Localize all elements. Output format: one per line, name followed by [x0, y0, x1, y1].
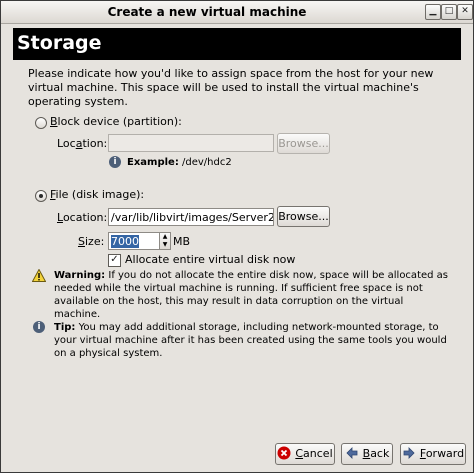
file-image-radio[interactable] [35, 190, 47, 202]
size-unit: MB [173, 235, 191, 248]
check-icon: ✓ [110, 254, 119, 265]
size-label: Size: [78, 235, 105, 248]
block-location-input[interactable] [108, 134, 274, 152]
minimize-icon: ▁ [429, 6, 437, 16]
size-value: 7000 [111, 235, 139, 248]
file-location-label: Location: [57, 211, 108, 224]
close-icon: ✕ [461, 6, 469, 16]
size-input[interactable]: 7000 [108, 232, 160, 250]
minimize-button[interactable]: ▁ [425, 4, 441, 20]
block-browse-button[interactable]: Browse... [277, 133, 330, 154]
file-location-input[interactable]: /var/lib/libvirt/images/Server200Br [108, 208, 274, 226]
spin-up-icon[interactable]: ▲ [160, 233, 170, 241]
file-browse-button[interactable]: Browse... [277, 206, 330, 227]
warning-icon [32, 269, 46, 282]
forward-arrow-icon [403, 447, 415, 459]
cancel-icon [277, 446, 291, 460]
page-title: Storage [17, 32, 102, 54]
maximize-button[interactable]: □ [441, 4, 457, 20]
tip-info-icon: i [33, 321, 45, 333]
block-location-label: Location: [57, 137, 108, 150]
allocate-label[interactable]: Allocate entire virtual disk now [125, 253, 295, 266]
warning-text: Warning: If you do not allocate the enti… [54, 270, 448, 320]
dialog-window: Create a new virtual machine ▁ □ ✕ Stora… [0, 0, 474, 473]
block-device-label[interactable]: Block device (partition): [50, 115, 182, 128]
file-image-label[interactable]: File (disk image): [50, 188, 144, 201]
maximize-icon: □ [444, 6, 454, 16]
cancel-button[interactable]: Cancel [275, 443, 335, 465]
back-button[interactable]: Back [341, 443, 393, 465]
close-button[interactable]: ✕ [457, 4, 473, 20]
block-device-radio[interactable] [35, 117, 47, 129]
allocate-checkbox[interactable]: ✓ [108, 254, 121, 267]
spin-down-icon[interactable]: ▼ [160, 241, 170, 249]
info-icon: i [109, 156, 121, 168]
page-banner: Storage [13, 28, 461, 60]
forward-button[interactable]: Forward [400, 443, 466, 465]
block-example-text: Example: /dev/hdc2 [127, 157, 232, 168]
window-title: Create a new virtual machine [107, 5, 307, 19]
intro-text: Please indicate how you'd like to assign… [28, 67, 434, 108]
title-bar[interactable]: Create a new virtual machine ▁ □ ✕ [1, 1, 473, 24]
tip-text: Tip: You may add additional storage, inc… [54, 322, 447, 359]
size-spin-button[interactable]: ▲ ▼ [159, 232, 171, 250]
back-arrow-icon [346, 447, 358, 459]
